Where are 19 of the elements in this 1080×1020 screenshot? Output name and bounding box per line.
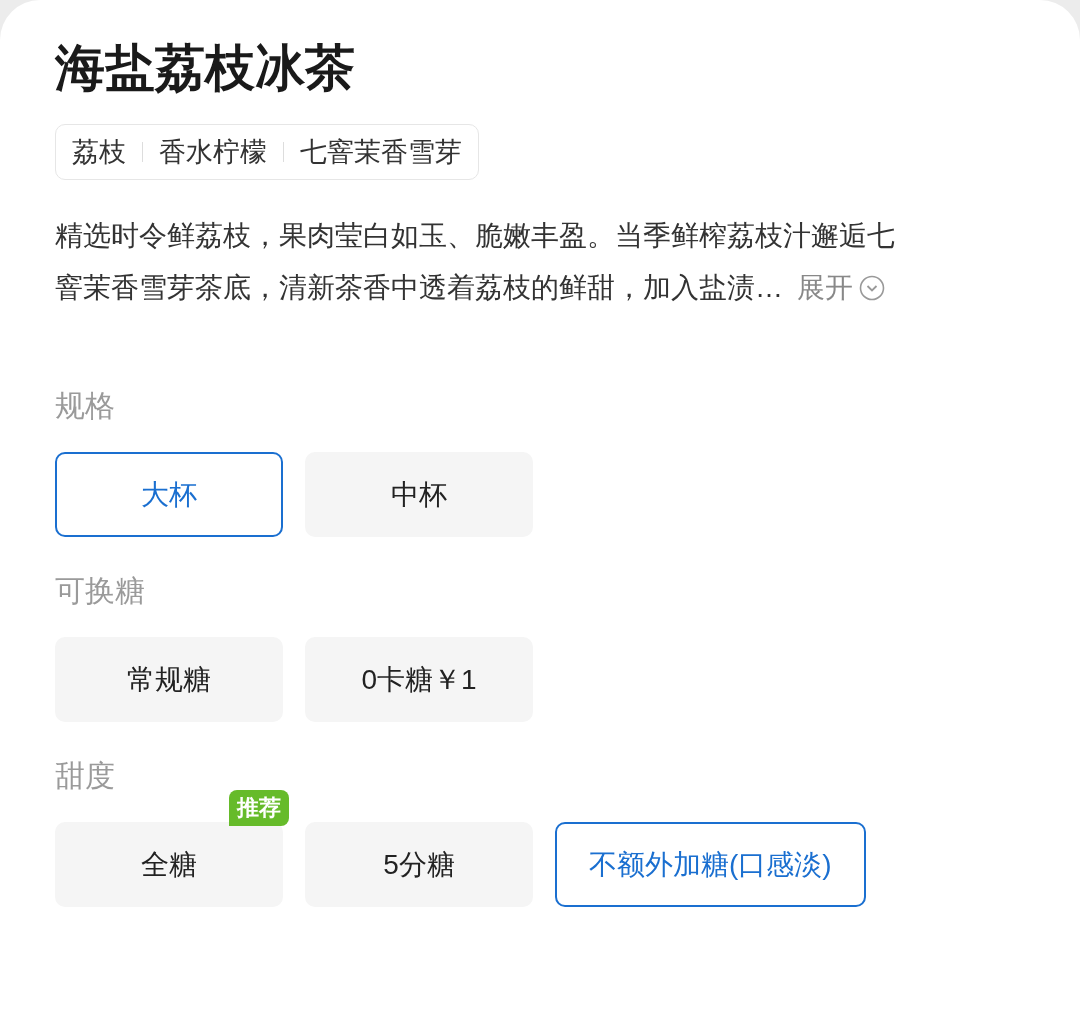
recommended-badge: 推荐	[229, 790, 289, 826]
option-button[interactable]: 0卡糖￥1	[305, 637, 533, 722]
ingredient-tag: 七窨茉香雪芽	[300, 131, 462, 173]
product-title: 海盐荔枝冰茶	[55, 39, 355, 98]
option-group-label: 可换糖	[55, 573, 145, 609]
option-button[interactable]: 不额外加糖(口感淡)	[555, 822, 866, 907]
chevron-down-icon	[859, 275, 885, 301]
option-group-label: 规格	[55, 388, 115, 424]
ingredient-tag: 荔枝	[72, 131, 126, 173]
description-line: 精选时令鲜荔枝，果肉莹白如玉、脆嫩丰盈。当季鲜榨荔枝汁邂逅七	[55, 219, 895, 253]
ingredient-tag: 香水柠檬	[159, 131, 267, 173]
option-button[interactable]: 5分糖	[305, 822, 533, 907]
option-group-label: 甜度	[55, 758, 115, 794]
option-button[interactable]: 大杯	[55, 452, 283, 537]
expand-link[interactable]: 展开	[797, 262, 885, 314]
option-button[interactable]: 常规糖	[55, 637, 283, 722]
option-button[interactable]: 全糖	[55, 822, 283, 907]
description-line: 窨茉香雪芽茶底，清新茶香中透着荔枝的鲜甜，加入盐渍…	[55, 271, 783, 305]
option-button[interactable]: 中杯	[305, 452, 533, 537]
